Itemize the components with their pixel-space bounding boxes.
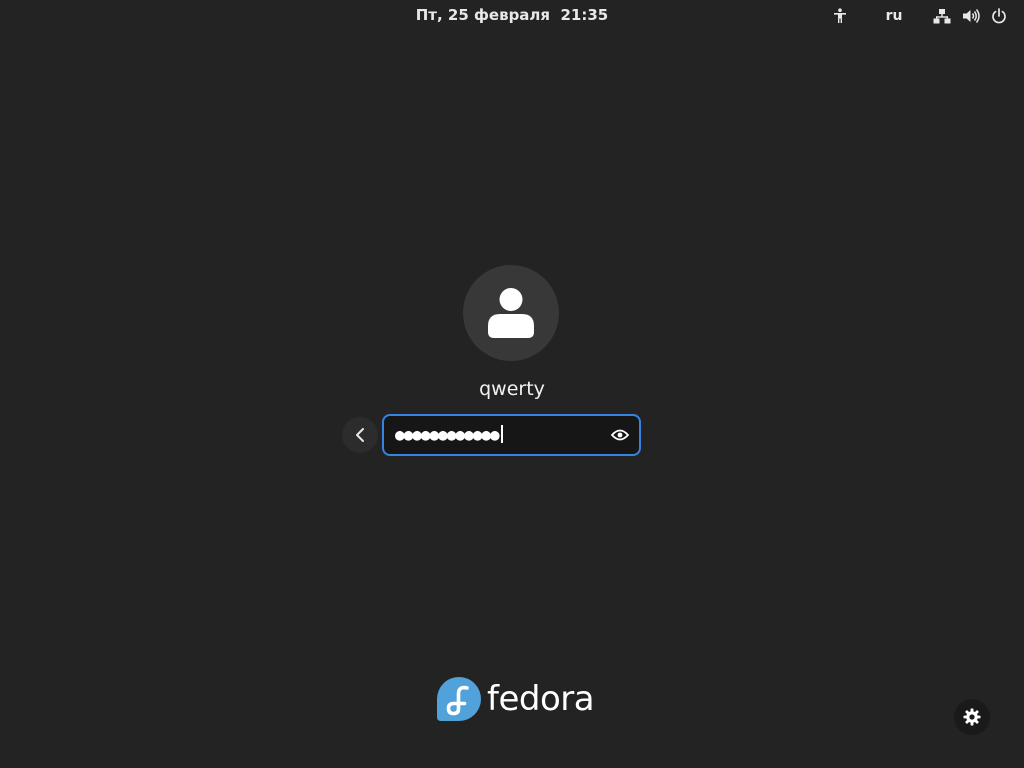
clock-label[interactable]: Пт, 25 февраля 21:35 [416, 6, 608, 24]
user-avatar [463, 265, 559, 361]
volume-status[interactable] [960, 4, 982, 28]
volume-high-icon [963, 9, 980, 23]
password-input[interactable]: ●●●●●●●●●●●● [382, 414, 641, 456]
gear-icon [963, 708, 981, 726]
accessibility-icon [834, 8, 846, 23]
username-label: qwerty [479, 378, 545, 400]
fedora-branding: fedora [437, 676, 595, 722]
fedora-wordmark: fedora [487, 679, 595, 719]
accessibility-menu-button[interactable] [830, 4, 850, 28]
network-status[interactable] [932, 4, 952, 28]
power-icon [992, 8, 1006, 24]
user-avatar-icon [488, 288, 534, 338]
back-button[interactable] [342, 417, 378, 453]
keyboard-layout-button[interactable]: ru [880, 4, 908, 28]
power-menu-button[interactable] [989, 4, 1009, 28]
session-settings-button[interactable] [954, 699, 990, 735]
chevron-left-icon [356, 428, 364, 442]
keyboard-layout-label: ru [885, 8, 903, 24]
eye-icon [611, 429, 629, 441]
network-wired-icon [933, 9, 951, 24]
top-bar: Пт, 25 февраля 21:35 ru [0, 0, 1024, 32]
text-caret [500, 425, 503, 443]
date-time: Пт, 25 февраля 21:35 [0, 6, 1024, 24]
fedora-logo-icon [437, 677, 481, 721]
show-password-button[interactable] [611, 426, 629, 444]
password-value: ●●●●●●●●●●●● [395, 425, 500, 444]
